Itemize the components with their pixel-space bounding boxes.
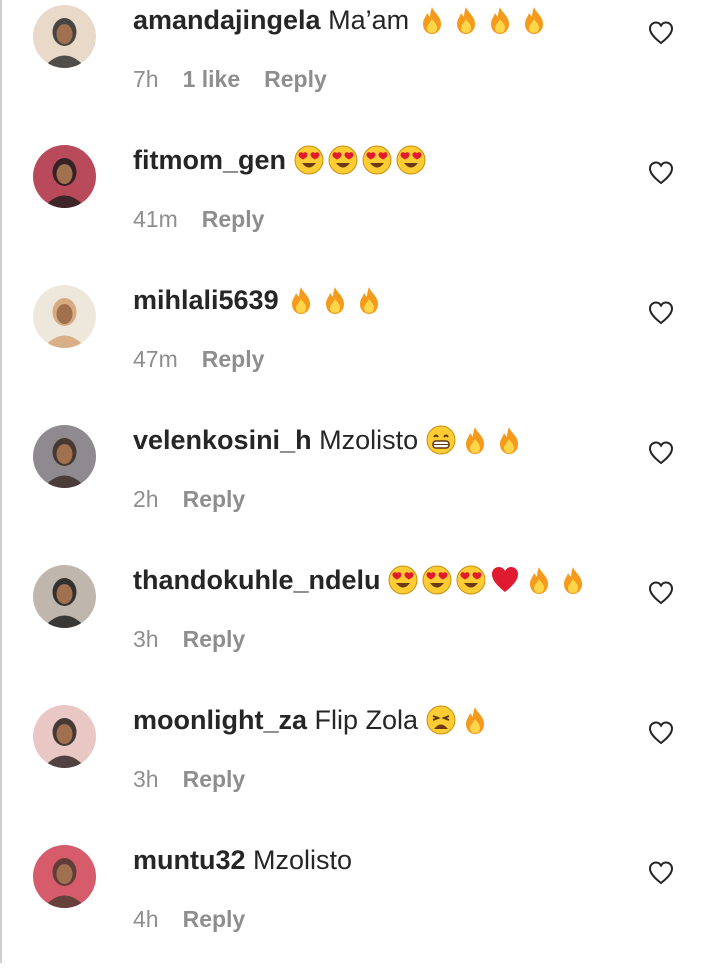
timestamp: 2h xyxy=(133,486,159,512)
reply-button[interactable]: Reply xyxy=(264,66,327,92)
avatar[interactable] xyxy=(33,425,96,488)
comment-meta: 2h Reply xyxy=(133,482,269,516)
comment-row: moonlight_za Flip Zola 3h Reply xyxy=(0,700,720,840)
username-link[interactable]: moonlight_za xyxy=(133,705,307,735)
comment-text-line: thandokuhle_ndelu xyxy=(133,560,592,600)
heart-eyes-emoji-icon xyxy=(328,145,358,175)
fire-emoji-icon xyxy=(354,285,384,315)
heart-eyes-emoji-icon xyxy=(294,145,324,175)
grin-emoji-icon xyxy=(426,425,456,455)
like-heart-icon[interactable] xyxy=(648,580,674,606)
reply-button[interactable]: Reply xyxy=(183,766,246,792)
comment-row: thandokuhle_ndelu 3h Reply xyxy=(0,560,720,700)
fire-emoji-icon xyxy=(320,285,350,315)
heart-eyes-emoji-icon xyxy=(396,145,426,175)
comment-text-line: moonlight_za Flip Zola xyxy=(133,700,494,740)
fire-emoji-icon xyxy=(460,705,490,735)
fire-emoji-icon xyxy=(494,425,524,455)
like-heart-icon[interactable] xyxy=(648,20,674,46)
heart-eyes-emoji-icon xyxy=(362,145,392,175)
heart-eyes-emoji-icon xyxy=(456,565,486,595)
fire-emoji-icon xyxy=(524,565,554,595)
username-link[interactable]: velenkosini_h xyxy=(133,425,312,455)
red-heart-emoji-icon xyxy=(490,565,520,595)
reply-button[interactable]: Reply xyxy=(202,346,265,372)
comment-text-line: velenkosini_h Mzolisto xyxy=(133,420,528,460)
comment-meta: 47m Reply xyxy=(133,342,288,376)
like-heart-icon[interactable] xyxy=(648,160,674,186)
comment-meta: 7h 1 like Reply xyxy=(133,62,351,96)
comment-row: velenkosini_h Mzolisto 2h Reply xyxy=(0,420,720,560)
heart-eyes-emoji-icon xyxy=(388,565,418,595)
comment-meta: 3h Reply xyxy=(133,622,269,656)
username-link[interactable]: amandajingela xyxy=(133,5,321,35)
fire-emoji-icon xyxy=(460,425,490,455)
comment-text-line: fitmom_gen xyxy=(133,140,430,180)
reply-button[interactable]: Reply xyxy=(183,626,246,652)
comment-row: fitmom_gen 41m Reply xyxy=(0,140,720,280)
username-link[interactable]: fitmom_gen xyxy=(133,145,286,175)
comment-row: mihlali5639 47m Reply xyxy=(0,280,720,420)
comment-text-line: mihlali5639 xyxy=(133,280,388,320)
comment-body: Ma’am xyxy=(328,5,410,35)
fire-emoji-icon xyxy=(451,5,481,35)
comment-row: muntu32 Mzolisto 4h Reply xyxy=(0,840,720,980)
comment-body: Mzolisto xyxy=(319,425,419,455)
comment-row: amandajingela Ma’am 7h 1 like Reply xyxy=(0,0,720,140)
timestamp: 47m xyxy=(133,346,178,372)
like-heart-icon[interactable] xyxy=(648,720,674,746)
heart-eyes-emoji-icon xyxy=(422,565,452,595)
timestamp: 7h xyxy=(133,66,159,92)
fire-emoji-icon xyxy=(485,5,515,35)
like-heart-icon[interactable] xyxy=(648,440,674,466)
fire-emoji-icon xyxy=(286,285,316,315)
comment-meta: 41m Reply xyxy=(133,202,288,236)
reply-button[interactable]: Reply xyxy=(202,206,265,232)
avatar[interactable] xyxy=(33,145,96,208)
fire-emoji-icon xyxy=(558,565,588,595)
username-link[interactable]: thandokuhle_ndelu xyxy=(133,565,381,595)
comment-meta: 3h Reply xyxy=(133,762,269,796)
fire-emoji-icon xyxy=(519,5,549,35)
avatar[interactable] xyxy=(33,705,96,768)
avatar[interactable] xyxy=(33,845,96,908)
like-count[interactable]: 1 like xyxy=(183,66,241,92)
like-heart-icon[interactable] xyxy=(648,860,674,886)
avatar[interactable] xyxy=(33,285,96,348)
username-link[interactable]: mihlali5639 xyxy=(133,285,279,315)
timestamp: 4h xyxy=(133,906,159,932)
weary-emoji-icon xyxy=(426,705,456,735)
reply-button[interactable]: Reply xyxy=(183,906,246,932)
fire-emoji-icon xyxy=(417,5,447,35)
comment-text-line: muntu32 Mzolisto xyxy=(133,840,352,880)
comment-meta: 4h Reply xyxy=(133,902,269,936)
reply-button[interactable]: Reply xyxy=(183,486,246,512)
timestamp: 41m xyxy=(133,206,178,232)
timestamp: 3h xyxy=(133,626,159,652)
timestamp: 3h xyxy=(133,766,159,792)
comment-body: Flip Zola xyxy=(314,705,419,735)
avatar[interactable] xyxy=(33,565,96,628)
comment-body: Mzolisto xyxy=(253,845,353,875)
like-heart-icon[interactable] xyxy=(648,300,674,326)
username-link[interactable]: muntu32 xyxy=(133,845,246,875)
avatar[interactable] xyxy=(33,5,96,68)
comment-text-line: amandajingela Ma’am xyxy=(133,0,553,40)
